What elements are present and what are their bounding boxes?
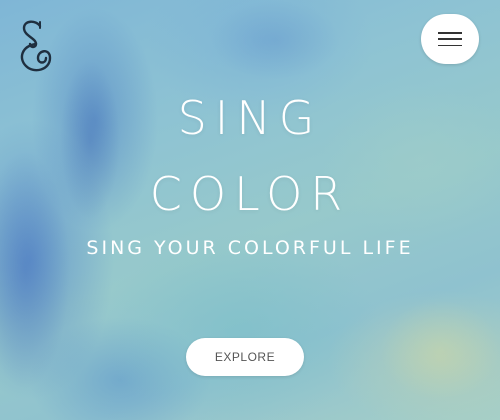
marble-vein: [210, 0, 340, 80]
ampersand-logo-icon: [20, 20, 52, 72]
hamburger-line: [438, 44, 462, 46]
hamburger-line: [438, 32, 462, 34]
hamburger-icon: [438, 32, 462, 46]
hamburger-line: [438, 38, 462, 40]
explore-button[interactable]: EXPLORE: [186, 338, 304, 376]
hero-title-line2: COLOR: [149, 167, 351, 221]
menu-button[interactable]: [421, 14, 479, 64]
hero-subtitle: SING YOUR COLORFUL LIFE: [86, 237, 414, 259]
brand-logo[interactable]: [16, 18, 56, 74]
hero-title-line1: SING: [177, 91, 323, 145]
marble-vein: [380, 300, 500, 400]
hero-section: SING COLOR SING YOUR COLORFUL LIFE EXPLO…: [0, 0, 500, 420]
